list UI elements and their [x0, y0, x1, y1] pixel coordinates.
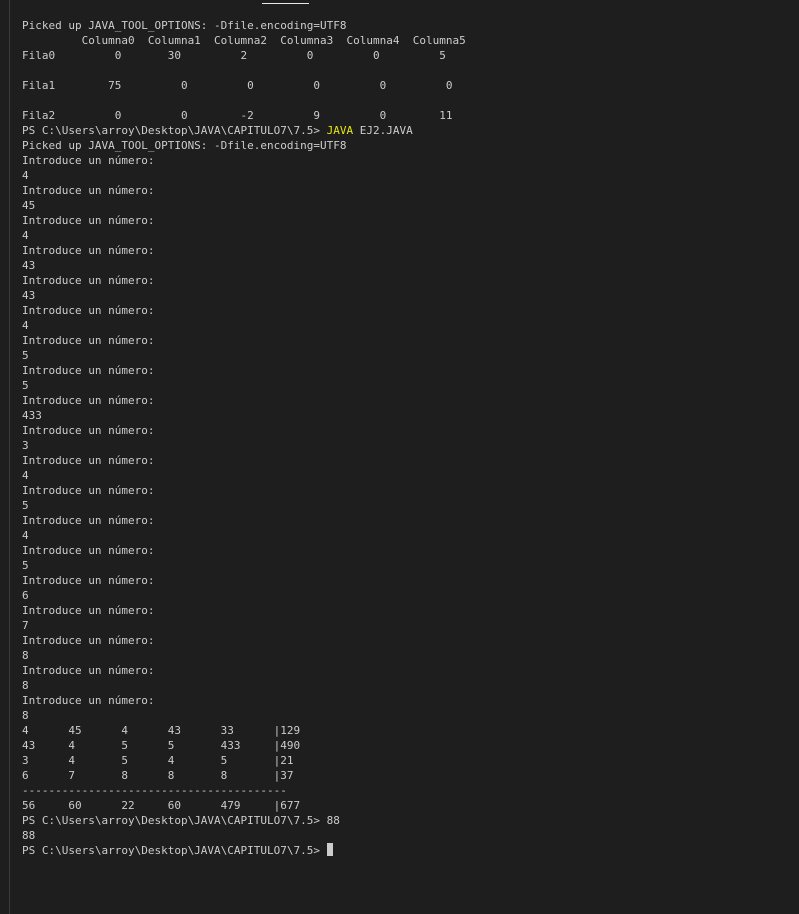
input-prompt-line: Introduce un número:	[22, 364, 155, 377]
prompt-line: PS C:\Users\arroy\Desktop\JAVA\CAPITULO7…	[22, 123, 791, 138]
terminal-line: Picked up JAVA_TOOL_OPTIONS: -Dfile.enco…	[22, 19, 347, 32]
matrix-row-line: 3 4 5 4 5 |21	[22, 754, 294, 767]
input-value-line: 45	[22, 199, 36, 212]
input-prompt-line: Introduce un número:	[22, 604, 155, 617]
input-prompt-line: Introduce un número:	[22, 154, 155, 167]
table-row-line: Fila0 0 30 2 0 0 5	[22, 49, 446, 62]
command-args: EJ2.JAVA	[353, 124, 413, 137]
prompt-text: PS C:\Users\arroy\Desktop\JAVA\CAPITULO7…	[22, 124, 327, 137]
terminal-line: 88	[22, 829, 36, 842]
input-value-line: 43	[22, 289, 36, 302]
input-value-line: 5	[22, 349, 29, 362]
input-value-line: 5	[22, 499, 29, 512]
input-prompt-line: Introduce un número:	[22, 334, 155, 347]
input-value-line: 5	[22, 559, 29, 572]
terminal-output: Picked up JAVA_TOOL_OPTIONS: -Dfile.enco…	[22, 18, 791, 858]
input-value-line: 4	[22, 229, 29, 242]
separator-line: ----------------------------------------	[22, 784, 287, 797]
input-prompt-line: Introduce un número:	[22, 484, 155, 497]
active-prompt-line[interactable]: PS C:\Users\arroy\Desktop\JAVA\CAPITULO7…	[22, 843, 791, 858]
input-value-line: 43	[22, 259, 36, 272]
input-prompt-line: Introduce un número:	[22, 664, 155, 677]
input-value-line: 3	[22, 439, 29, 452]
prompt-text: PS C:\Users\arroy\Desktop\JAVA\CAPITULO7…	[22, 844, 327, 857]
command-keyword: JAVA	[326, 124, 354, 137]
input-prompt-line: Introduce un número:	[22, 244, 155, 257]
input-value-line: 8	[22, 679, 29, 692]
table-header-line: Columna0 Columna1 Columna2 Columna3 Colu…	[22, 34, 466, 47]
input-prompt-line: Introduce un número:	[22, 394, 155, 407]
matrix-row-line: 6 7 8 8 8 |37	[22, 769, 294, 782]
input-value-line: 4	[22, 319, 29, 332]
input-value-line: 4	[22, 469, 29, 482]
input-value-line: 433	[22, 409, 42, 422]
terminal-panel[interactable]: Picked up JAVA_TOOL_OPTIONS: -Dfile.enco…	[0, 0, 799, 914]
input-prompt-line: Introduce un número:	[22, 214, 155, 227]
matrix-row-line: 4 45 4 43 33 |129	[22, 724, 301, 737]
input-prompt-line: Introduce un número:	[22, 694, 155, 707]
input-value-line: 6	[22, 589, 29, 602]
input-prompt-line: Introduce un número:	[22, 514, 155, 527]
table-row-line: Fila1 75 0 0 0 0 0	[22, 79, 453, 92]
input-prompt-line: Introduce un número:	[22, 184, 155, 197]
input-value-line: 5	[22, 379, 29, 392]
input-value-line: 4	[22, 529, 29, 542]
input-prompt-line: Introduce un número:	[22, 574, 155, 587]
input-value-line: 7	[22, 619, 29, 632]
panel-left-border	[0, 0, 10, 914]
input-prompt-line: Introduce un número:	[22, 544, 155, 557]
matrix-row-line: 43 4 5 5 433 |490	[22, 739, 301, 752]
input-value-line: 8	[22, 709, 29, 722]
input-prompt-line: Introduce un número:	[22, 454, 155, 467]
input-prompt-line: Introduce un número:	[22, 424, 155, 437]
prompt-line: PS C:\Users\arroy\Desktop\JAVA\CAPITULO7…	[22, 814, 340, 827]
terminal-line: Picked up JAVA_TOOL_OPTIONS: -Dfile.enco…	[22, 139, 347, 152]
input-prompt-line: Introduce un número:	[22, 634, 155, 647]
input-value-line: 4	[22, 169, 29, 182]
table-row-line: Fila2 0 0 -2 9 0 11	[22, 109, 453, 122]
active-tab-indicator	[262, 3, 309, 4]
totals-line: 56 60 22 60 479 |677	[22, 799, 301, 812]
input-prompt-line: Introduce un número:	[22, 274, 155, 287]
text-cursor	[326, 843, 333, 856]
input-value-line: 8	[22, 649, 29, 662]
input-prompt-line: Introduce un número:	[22, 304, 155, 317]
